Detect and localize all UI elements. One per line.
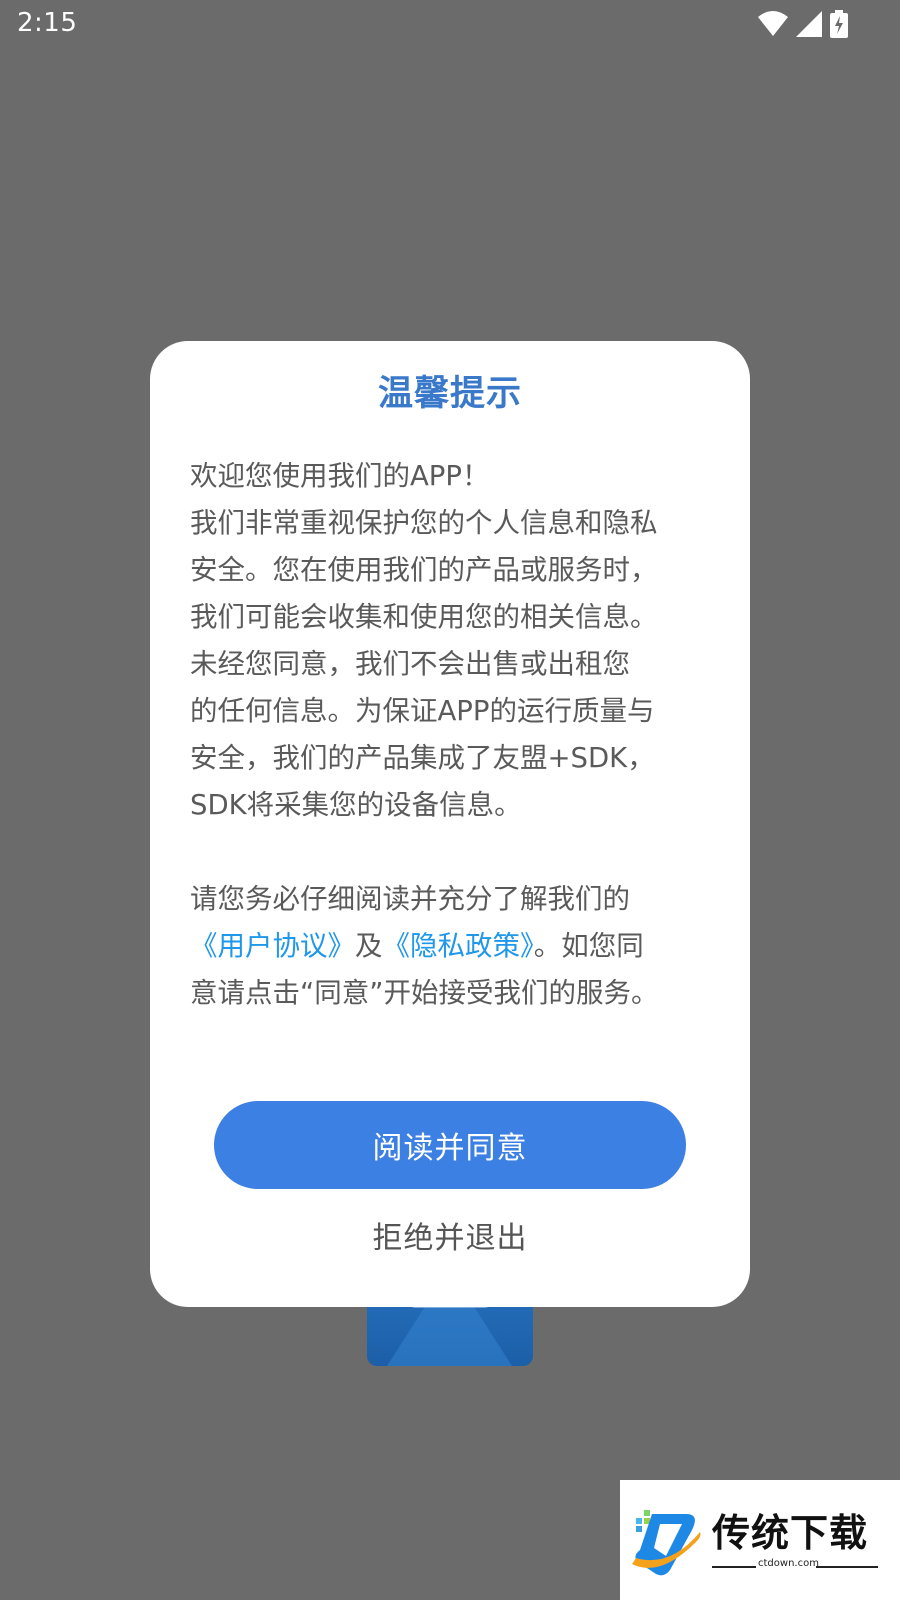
wifi-icon: [758, 11, 788, 36]
status-time: 2:15: [17, 8, 78, 38]
body-line: 欢迎您使用我们的APP！: [190, 460, 490, 492]
dialog-body: 欢迎您使用我们的APP！ 我们非常重视保护您的个人信息和隐私 安全。您在使用我们…: [190, 453, 710, 1017]
body-line: 我们非常重视保护您的个人信息和隐私: [190, 507, 658, 539]
connector-text: 及: [355, 930, 383, 962]
watermark-logo-icon: [632, 1510, 701, 1576]
battery-charging-icon: [830, 10, 848, 38]
status-bar: 2:15: [0, 0, 900, 50]
body-line-with-links: 《用户协议》及《隐私政策》。如您同: [190, 923, 710, 970]
body-line: 未经您同意，我们不会出售或出租您: [190, 648, 630, 680]
body-line: 我们可能会收集和使用您的相关信息。: [190, 601, 658, 633]
body-line: 安全。您在使用我们的产品或服务时，: [190, 554, 658, 586]
body-line: 意请点击“同意”开始接受我们的服务。: [190, 977, 659, 1009]
body-line: 的任何信息。为保证APP的运行质量与: [190, 695, 655, 727]
body-line: SDK将采集您的设备信息。: [190, 789, 522, 821]
watermark-brand: 传统下载: [712, 1511, 869, 1555]
status-icons: [758, 10, 848, 38]
privacy-policy-link[interactable]: 《隐私政策》: [383, 930, 534, 962]
reject-button[interactable]: 拒绝并退出: [214, 1203, 686, 1267]
user-agreement-link[interactable]: 《用户协议》: [190, 930, 355, 962]
body-text-tail: 。如您同: [533, 930, 644, 962]
watermark-divider: [816, 1566, 878, 1568]
body-line: 安全，我们的产品集成了友盟+SDK，: [190, 742, 655, 774]
watermark-divider: [712, 1566, 756, 1568]
privacy-dialog: 温馨提示 欢迎您使用我们的APP！ 我们非常重视保护您的个人信息和隐私 安全。您…: [150, 341, 750, 1307]
watermark-url: ctdown.com: [758, 1558, 819, 1569]
dialog-title: 温馨提示: [377, 374, 522, 414]
agree-button[interactable]: 阅读并同意: [214, 1101, 686, 1189]
watermark: 传统下载 ctdown.com: [620, 1480, 900, 1600]
cellular-signal-icon: [796, 11, 822, 37]
body-line: 请您务必仔细阅读并充分了解我们的: [190, 883, 630, 915]
